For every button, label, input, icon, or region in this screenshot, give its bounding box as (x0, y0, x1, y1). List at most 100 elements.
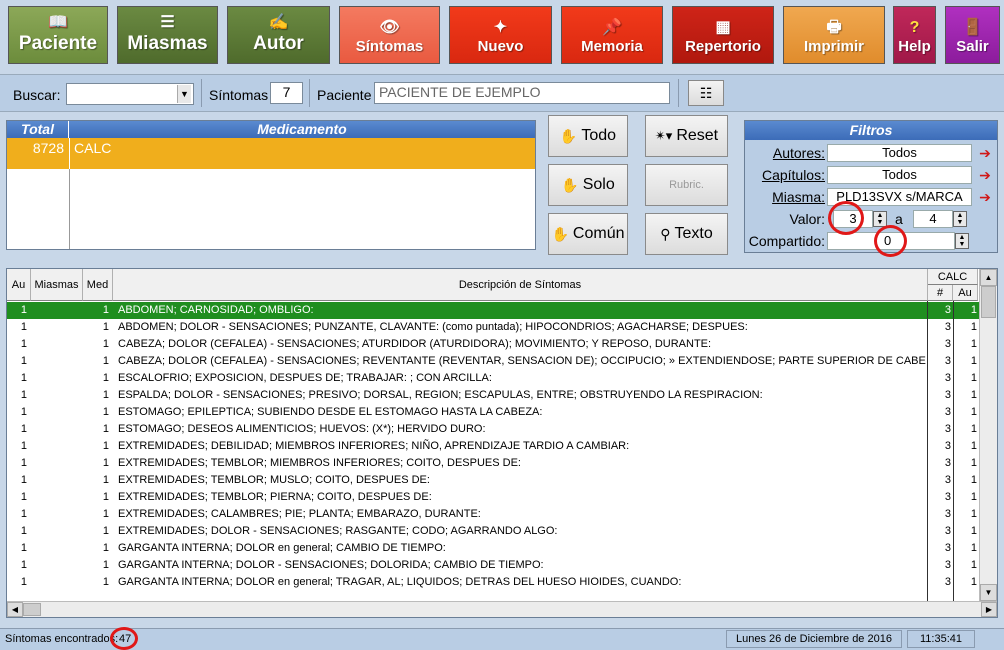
paciente-button[interactable]: 📖 Paciente (8, 6, 108, 64)
table-row[interactable]: 1 1 ESTOMAGO; DESEOS ALIMENTICIOS; HUEVOS:… (7, 421, 979, 438)
repertorio-label: Repertorio (685, 38, 761, 55)
memoria-button[interactable]: 📌 Memoria (561, 6, 663, 64)
scroll-right-icon[interactable]: ▶ (981, 602, 997, 617)
exit-door-icon: 🚪 (962, 19, 983, 36)
author-icon: ✍ (268, 14, 289, 31)
table-row[interactable]: 1 1 CABEZA; DOLOR (CEFALEA) - SENSACIONES;… (7, 336, 979, 353)
vertical-scrollbar[interactable]: ▲ ▼ (979, 269, 997, 601)
todo-button[interactable]: ✋ Todo (548, 115, 628, 157)
table-row[interactable]: 1 1 ESTOMAGO; EPILEPTICA; SUBIENDO DESDE E… (7, 404, 979, 421)
valor-to-spinner[interactable]: ▲ ▼ (953, 211, 967, 227)
autor-button[interactable]: ✍ Autor (227, 6, 330, 64)
scroll-up-icon[interactable]: ▲ (980, 269, 997, 286)
table-row[interactable]: 1 1 GARGANTA INTERNA; DOLOR en general; TR… (7, 574, 979, 591)
cell-desc: EXTREMIDADES; DEBILIDAD; MIEMBROS INFERI… (118, 440, 630, 452)
paciente-field[interactable]: PACIENTE DE EJEMPLO (374, 82, 670, 104)
col-header-med[interactable]: Med (83, 269, 113, 301)
printer-icon: 🖶 (826, 19, 842, 36)
autores-field[interactable]: Todos (827, 144, 972, 162)
salir-label: Salir (956, 38, 989, 55)
scroll-thumb[interactable] (23, 603, 41, 616)
col-header-au2[interactable]: Au (953, 285, 978, 301)
medicamento-row[interactable]: 8728 CALC (7, 138, 535, 169)
miasma-label: Miasma: (772, 189, 825, 205)
col-header-descripcion[interactable]: Descripción de Síntomas (113, 269, 928, 301)
cell-desc: ABDOMEN; DOLOR - SENSACIONES; PUNZANTE, … (118, 321, 748, 333)
help-button[interactable]: ? Help (893, 6, 936, 64)
valor-to-field[interactable]: 4 (913, 210, 953, 228)
col-header-num[interactable]: # (928, 285, 953, 301)
scroll-left-icon[interactable]: ◀ (7, 602, 23, 617)
texto-button[interactable]: ⚲ Texto (645, 213, 728, 255)
cell-desc: GARGANTA INTERNA; DOLOR en general; CAMB… (118, 542, 446, 554)
repertorio-button[interactable]: ▦ Repertorio (672, 6, 774, 64)
cell-num: 3 (944, 440, 951, 452)
table-row[interactable]: 1 1 EXTREMIDADES; DOLOR - SENSACIONES; RAS… (7, 523, 979, 540)
medicamento-total: 8728 (32, 140, 64, 156)
scroll-thumb[interactable] (981, 286, 996, 318)
cell-num: 3 (944, 457, 951, 469)
table-row[interactable]: 1 1 ABDOMEN; CARNOSIDAD; OMBLIGO: 3 1 (7, 302, 979, 319)
status-label: Síntomas encontrados: (5, 633, 119, 645)
cell-num: 3 (944, 304, 951, 316)
sintomas-button[interactable]: 👁 Síntomas (339, 6, 440, 64)
arrow-right-icon[interactable]: ➔ (975, 144, 995, 162)
patient-list-button[interactable]: ☷ (688, 80, 724, 106)
buscar-dropdown[interactable]: ▼ (66, 83, 194, 105)
table-row[interactable]: 1 1 CABEZA; DOLOR (CEFALEA) - SENSACIONES;… (7, 353, 979, 370)
cell-num: 3 (944, 576, 951, 588)
chevron-down-icon[interactable]: ▼ (177, 85, 191, 103)
col-header-miasmas[interactable]: Miasmas (31, 269, 83, 301)
arrow-right-icon[interactable]: ➔ (975, 188, 995, 206)
col-header-au[interactable]: Au (7, 269, 31, 301)
rubric-button[interactable]: Rubric. (645, 164, 728, 206)
compartido-row: Compartido: 0 ▲ ▼ (745, 231, 997, 251)
filtros-panel: Filtros Autores: Todos ➔ Capítulos: Todo… (744, 120, 998, 253)
valor-row: Valor: 3 ▲ ▼ a 4 ▲ ▼ (745, 209, 997, 229)
cell-au2: 1 (970, 423, 977, 435)
cell-num: 3 (944, 406, 951, 418)
main-toolbar: 📖 Paciente ☰ Miasmas ✍ Autor 👁 Síntomas … (0, 0, 1004, 70)
table-row[interactable]: 1 1 ESCALOFRIO; EXPOSICION, DESPUES DE; TR… (7, 370, 979, 387)
compartido-spinner[interactable]: ▲ ▼ (955, 233, 969, 249)
cell-au: 1 (20, 542, 27, 554)
cell-num: 3 (944, 321, 951, 333)
pin-icon: 📌 (602, 19, 622, 36)
salir-button[interactable]: 🚪 Salir (945, 6, 1000, 64)
horizontal-scrollbar[interactable]: ◀ ▶ (7, 601, 997, 617)
scroll-down-icon[interactable]: ▼ (980, 584, 997, 601)
table-row[interactable]: 1 1 ESPALDA; DOLOR - SENSACIONES; PRESIVO;… (7, 387, 979, 404)
comun-button[interactable]: ✋ Común (548, 213, 628, 255)
valor-from-spinner[interactable]: ▲ ▼ (873, 211, 887, 227)
hand-icon: ✋ (559, 127, 578, 144)
status-bar: Síntomas encontrados: 47 Lunes 26 de Dic… (0, 628, 1004, 650)
table-row[interactable]: 1 1 ABDOMEN; DOLOR - SENSACIONES; PUNZANTE… (7, 319, 979, 336)
miasmas-button[interactable]: ☰ Miasmas (117, 6, 218, 64)
cell-au2: 1 (970, 372, 977, 384)
cell-au2: 1 (970, 406, 977, 418)
cell-au: 1 (20, 321, 27, 333)
cell-miasmas (31, 489, 81, 506)
cell-miasmas (31, 387, 81, 404)
arrow-right-icon[interactable]: ➔ (975, 166, 995, 184)
imprimir-button[interactable]: 🖶 Imprimir (783, 6, 885, 64)
table-row[interactable]: 1 1 EXTREMIDADES; TEMBLOR; PIERNA; COITO, … (7, 489, 979, 506)
reset-button[interactable]: ✴▾ Reset (645, 115, 728, 157)
nuevo-button[interactable]: ✦ Nuevo (449, 6, 552, 64)
cell-num: 3 (944, 559, 951, 571)
cell-au2: 1 (970, 304, 977, 316)
col-header-calc[interactable]: CALC (928, 269, 978, 285)
table-row[interactable]: 1 1 EXTREMIDADES; TEMBLOR; MUSLO; COITO, D… (7, 472, 979, 489)
solo-button[interactable]: ✋ Solo (548, 164, 628, 206)
cell-miasmas (31, 404, 81, 421)
table-row[interactable]: 1 1 GARGANTA INTERNA; DOLOR - SENSACIONES;… (7, 557, 979, 574)
autor-label: Autor (253, 33, 304, 54)
divider (69, 169, 70, 249)
table-row[interactable]: 1 1 EXTREMIDADES; DEBILIDAD; MIEMBROS INFE… (7, 438, 979, 455)
capitulos-field[interactable]: Todos (827, 166, 972, 184)
table-row[interactable]: 1 1 GARGANTA INTERNA; DOLOR en general; CA… (7, 540, 979, 557)
table-row[interactable]: 1 1 EXTREMIDADES; CALAMBRES; PIE; PLANTA; … (7, 506, 979, 523)
cell-num: 3 (944, 542, 951, 554)
table-row[interactable]: 1 1 EXTREMIDADES; TEMBLOR; MIEMBROS INFERI… (7, 455, 979, 472)
cell-med: 1 (102, 508, 109, 520)
